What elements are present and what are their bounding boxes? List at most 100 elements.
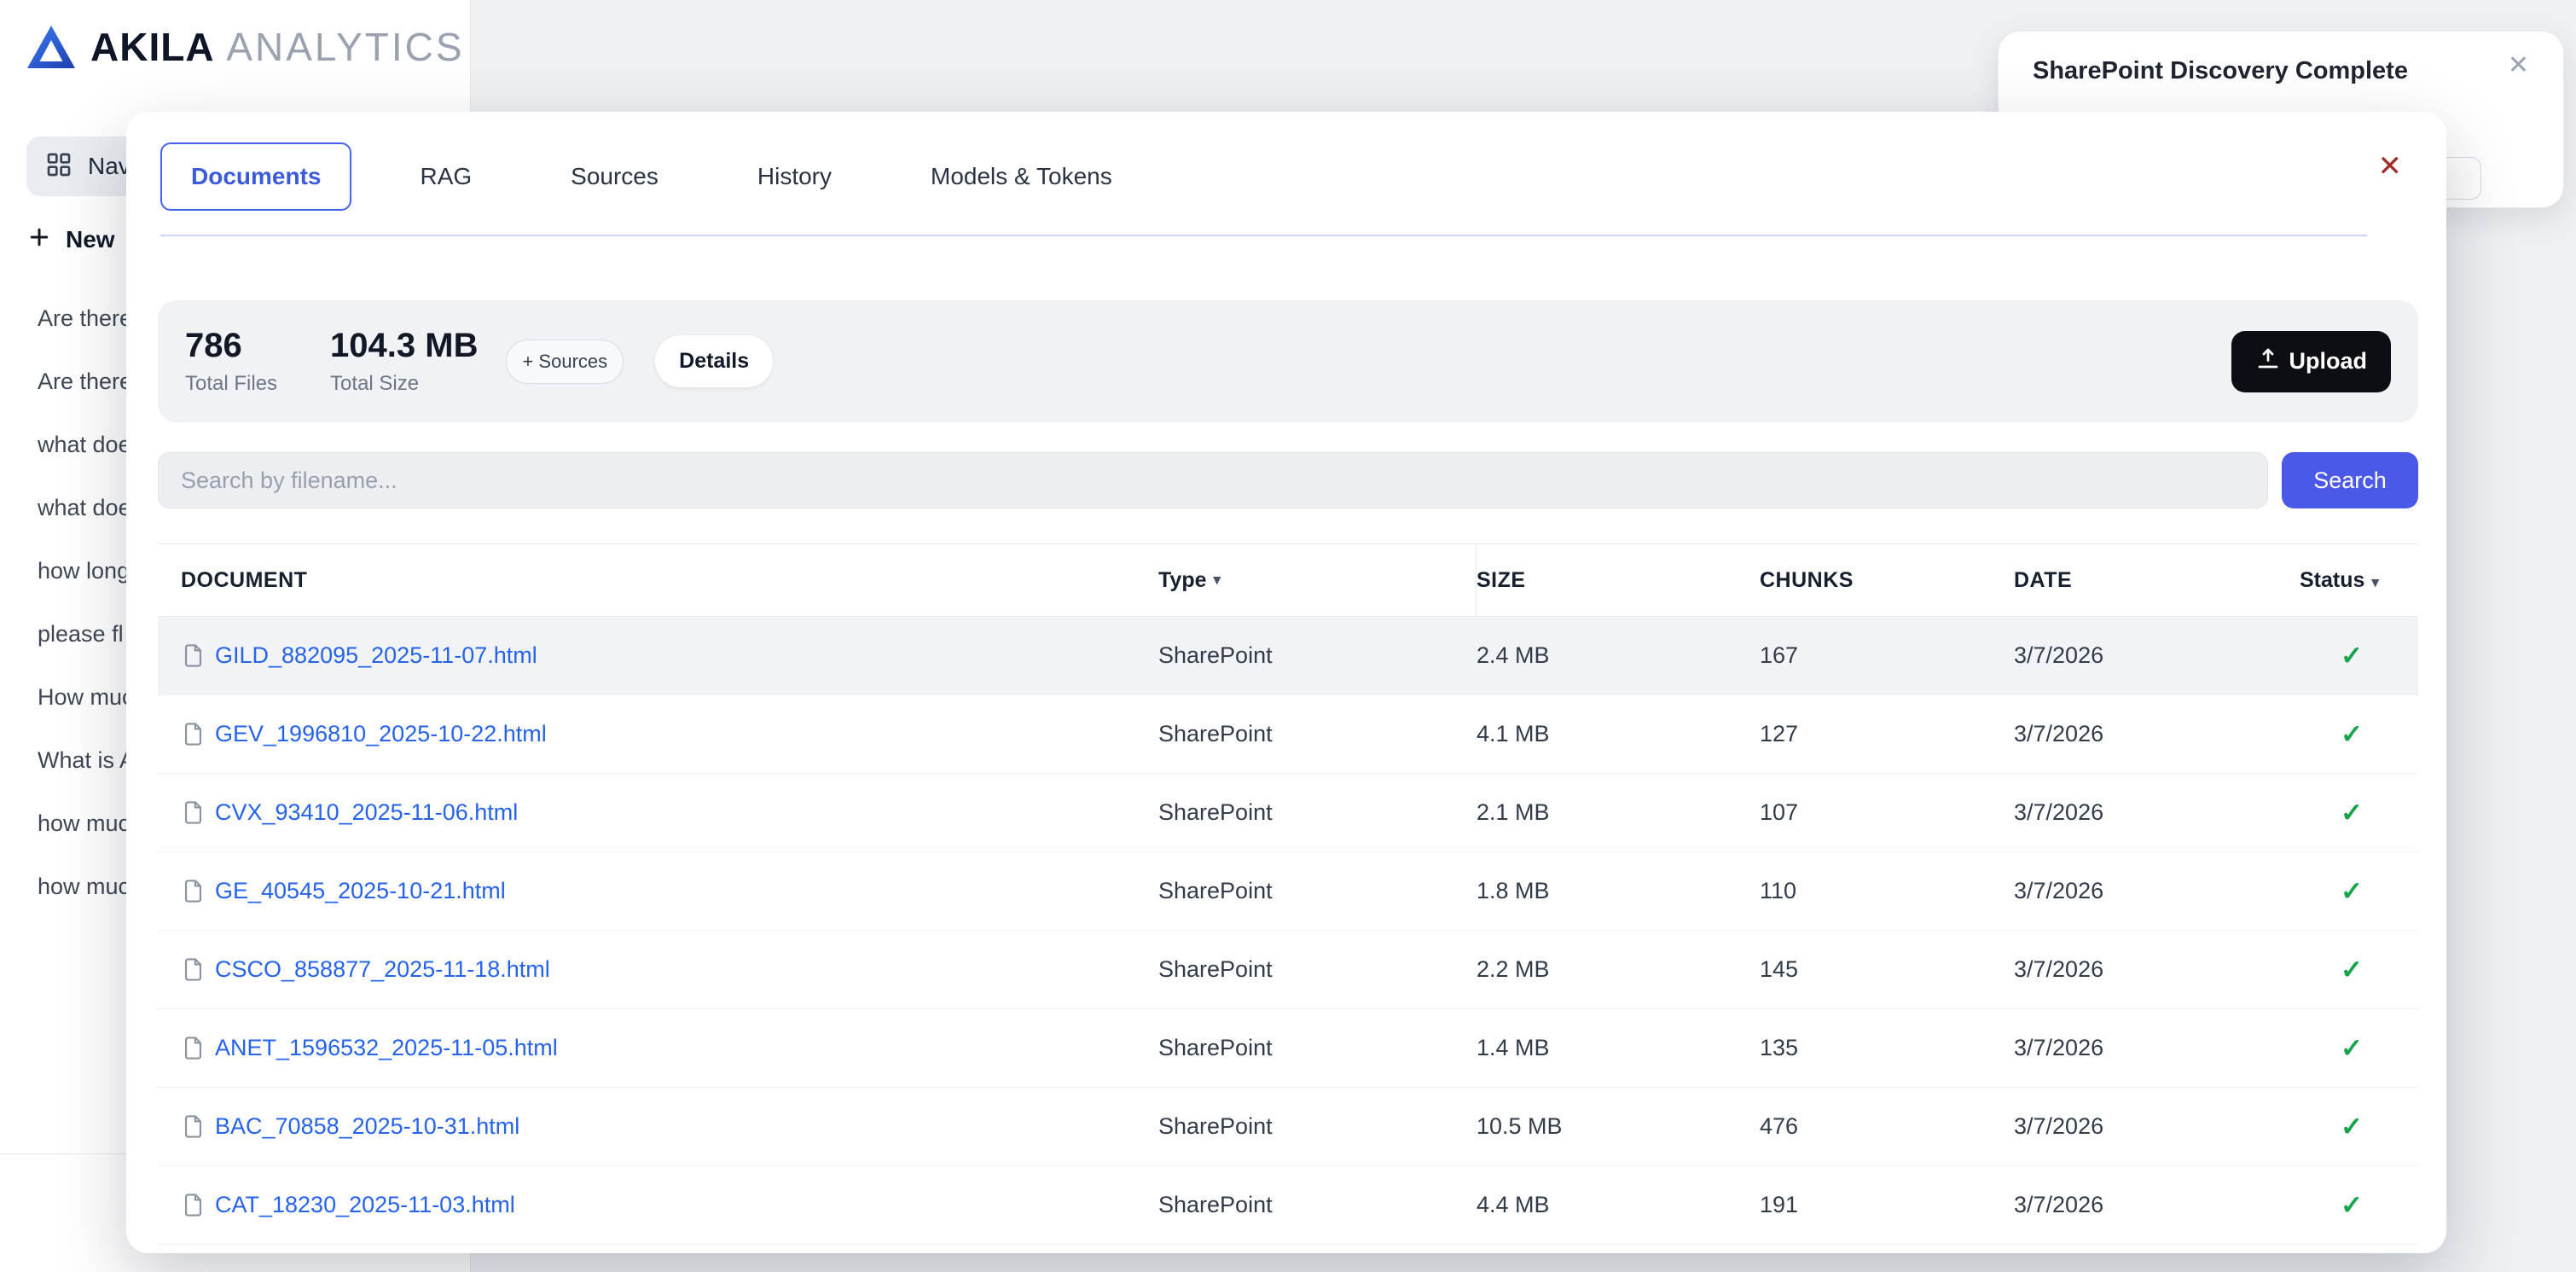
- status-check-icon: ✓: [2300, 719, 2363, 749]
- doc-type: SharePoint: [1158, 1035, 1477, 1061]
- tab-models-tokens[interactable]: Models & Tokens: [900, 142, 1143, 211]
- doc-chunks: 107: [1760, 799, 2014, 826]
- doc-date: 3/7/2026: [2014, 1113, 2300, 1140]
- status-check-icon: ✓: [2300, 1112, 2363, 1141]
- tab-documents[interactable]: Documents: [160, 142, 351, 211]
- doc-chunks: 167: [1760, 642, 2014, 669]
- doc-chunks: 110: [1760, 878, 2014, 904]
- file-icon: [181, 800, 206, 825]
- status-check-icon: ✓: [2300, 955, 2363, 984]
- CAT_18230_2025-11-03.html[interactable]: CAT_18230_2025-11-03.html SharePoint 4.4…: [158, 1166, 2418, 1245]
- search-input[interactable]: [158, 452, 2268, 508]
- GEV_1996810_2025-10-22.html[interactable]: GEV_1996810_2025-10-22.html SharePoint 4…: [158, 695, 2418, 774]
- doc-chunks: 127: [1760, 721, 2014, 747]
- search-button[interactable]: Search: [2282, 452, 2418, 508]
- doc-date: 3/7/2026: [2014, 1192, 2300, 1218]
- document-link[interactable]: GILD_882095_2025-11-07.html: [215, 642, 537, 669]
- status-check-icon: ✓: [2300, 798, 2363, 828]
- sort-caret-icon: ▾: [1214, 572, 1221, 589]
- doc-size: 4.4 MB: [1477, 1192, 1760, 1218]
- doc-type: SharePoint: [1158, 1192, 1477, 1218]
- document-link[interactable]: BAC_70858_2025-10-31.html: [215, 1113, 519, 1140]
- documents-table: DOCUMENT Type▾ SIZE CHUNKS DATE Status▾ …: [158, 543, 2418, 1245]
- total-size-label: Total Size: [330, 372, 478, 396]
- document-link[interactable]: ANET_1596532_2025-11-05.html: [215, 1035, 558, 1061]
- document-link[interactable]: GEV_1996810_2025-10-22.html: [215, 721, 547, 747]
- total-size-stat: 104.3 MB Total Size: [330, 327, 478, 396]
- document-link[interactable]: CSCO_858877_2025-11-18.html: [215, 956, 550, 983]
- col-date: DATE: [2014, 568, 2300, 593]
- col-chunks: CHUNKS: [1760, 568, 2014, 593]
- document-cell: CVX_93410_2025-11-06.html: [158, 799, 1158, 826]
- plus-icon: [26, 224, 52, 256]
- upload-label: Upload: [2289, 348, 2368, 375]
- toast-close-icon[interactable]: ✕: [2508, 50, 2529, 80]
- doc-chunks: 476: [1760, 1113, 2014, 1140]
- document-link[interactable]: CVX_93410_2025-11-06.html: [215, 799, 518, 826]
- grid-icon: [45, 151, 73, 183]
- file-icon: [181, 643, 206, 668]
- brand-subname: ANALYTICS: [226, 25, 464, 69]
- col-status[interactable]: Status▾: [2300, 568, 2418, 593]
- akila-logo-icon: [26, 24, 77, 70]
- doc-size: 1.4 MB: [1477, 1035, 1760, 1061]
- doc-type: SharePoint: [1158, 799, 1477, 826]
- file-icon: [181, 1114, 206, 1139]
- doc-type: SharePoint: [1158, 642, 1477, 669]
- document-cell: GE_40545_2025-10-21.html: [158, 878, 1158, 904]
- document-cell: GILD_882095_2025-11-07.html: [158, 642, 1158, 669]
- GE_40545_2025-10-21.html[interactable]: GE_40545_2025-10-21.html SharePoint 1.8 …: [158, 852, 2418, 931]
- doc-status: ✓: [2300, 1033, 2418, 1064]
- ANET_1596532_2025-11-05.html[interactable]: ANET_1596532_2025-11-05.html SharePoint …: [158, 1009, 2418, 1088]
- BAC_70858_2025-10-31.html[interactable]: BAC_70858_2025-10-31.html SharePoint 10.…: [158, 1088, 2418, 1166]
- total-files-label: Total Files: [185, 372, 277, 396]
- document-cell: CAT_18230_2025-11-03.html: [158, 1192, 1158, 1218]
- details-button[interactable]: Details: [655, 335, 773, 387]
- col-document: DOCUMENT: [158, 568, 1158, 593]
- doc-status: ✓: [2300, 1112, 2418, 1142]
- brand-text: AKILA ANALYTICS: [90, 24, 465, 70]
- brand-name: AKILA: [90, 25, 215, 69]
- document-cell: ANET_1596532_2025-11-05.html: [158, 1035, 1158, 1061]
- search-row: Search: [158, 452, 2418, 508]
- col-type-label: Type: [1158, 568, 1207, 593]
- upload-button[interactable]: Upload: [2231, 331, 2392, 392]
- document-link[interactable]: CAT_18230_2025-11-03.html: [215, 1192, 515, 1218]
- tab-sources[interactable]: Sources: [540, 142, 689, 211]
- doc-status: ✓: [2300, 641, 2418, 671]
- status-check-icon: ✓: [2300, 876, 2363, 906]
- file-icon: [181, 879, 206, 903]
- doc-size: 10.5 MB: [1477, 1113, 1760, 1140]
- doc-chunks: 145: [1760, 956, 2014, 983]
- doc-date: 3/7/2026: [2014, 956, 2300, 983]
- tabs-underline: [160, 235, 2367, 236]
- doc-date: 3/7/2026: [2014, 799, 2300, 826]
- CVX_93410_2025-11-06.html[interactable]: CVX_93410_2025-11-06.html SharePoint 2.1…: [158, 774, 2418, 852]
- doc-status: ✓: [2300, 955, 2418, 985]
- sources-button[interactable]: + Sources: [506, 340, 624, 384]
- new-label: New: [66, 226, 115, 253]
- CSCO_858877_2025-11-18.html[interactable]: CSCO_858877_2025-11-18.html SharePoint 2…: [158, 931, 2418, 1009]
- new-chat-button[interactable]: New: [26, 214, 115, 265]
- doc-size: 2.4 MB: [1477, 642, 1760, 669]
- tab-history[interactable]: History: [727, 142, 862, 211]
- col-size: SIZE: [1477, 568, 1760, 593]
- tab-rag[interactable]: RAG: [389, 142, 502, 211]
- document-link[interactable]: GE_40545_2025-10-21.html: [215, 878, 506, 904]
- documents-modal: Documents RAG Sources History Models & Token…: [126, 112, 2446, 1253]
- status-check-icon: ✓: [2300, 641, 2363, 671]
- doc-status: ✓: [2300, 876, 2418, 907]
- col-type[interactable]: Type ▾: [1158, 544, 1477, 616]
- total-size-value: 104.3 MB: [330, 327, 478, 365]
- doc-date: 3/7/2026: [2014, 642, 2300, 669]
- file-icon: [181, 957, 206, 982]
- sort-caret-icon: ▾: [2371, 574, 2379, 590]
- doc-size: 4.1 MB: [1477, 721, 1760, 747]
- document-cell: GEV_1996810_2025-10-22.html: [158, 721, 1158, 747]
- modal-close-icon[interactable]: ✕: [2378, 149, 2403, 183]
- doc-type: SharePoint: [1158, 721, 1477, 747]
- doc-type: SharePoint: [1158, 956, 1477, 983]
- GILD_882095_2025-11-07.html[interactable]: GILD_882095_2025-11-07.html SharePoint 2…: [158, 617, 2418, 695]
- table-header: DOCUMENT Type ▾ SIZE CHUNKS DATE Status▾: [158, 543, 2418, 617]
- doc-size: 1.8 MB: [1477, 878, 1760, 904]
